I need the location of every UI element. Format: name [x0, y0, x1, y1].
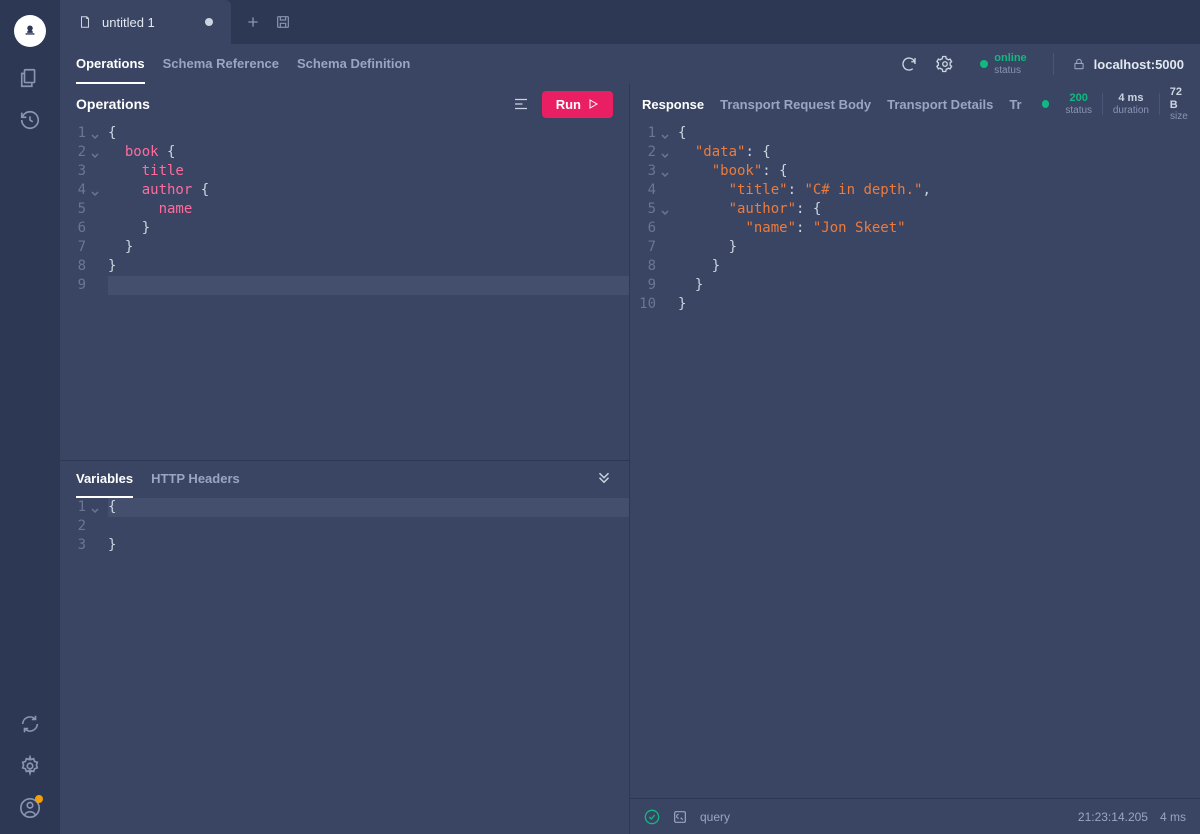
documents-icon[interactable]: [19, 67, 41, 89]
reload-schema-icon[interactable]: [900, 55, 918, 73]
query-label: query: [700, 810, 730, 824]
new-tab-icon[interactable]: [245, 14, 261, 30]
tab-title: untitled 1: [102, 15, 155, 30]
notification-dot: [35, 795, 43, 803]
operations-editor[interactable]: 123456789 { book { title author { name }…: [60, 124, 629, 460]
response-viewer[interactable]: 12345678910 { "data": { "book": { "title…: [630, 124, 1200, 798]
settings-gear-icon[interactable]: [936, 55, 954, 73]
format-icon[interactable]: [512, 95, 530, 113]
refresh-icon[interactable]: [19, 713, 41, 735]
variables-tab-http-headers[interactable]: HTTP Headers: [151, 461, 240, 498]
save-icon[interactable]: [275, 14, 291, 30]
variables-tabs: Variables HTTP Headers: [60, 460, 629, 498]
response-panel: Response Transport Request Body Transport …: [630, 84, 1200, 834]
app-logo: [14, 15, 46, 47]
status-sublabel: status: [994, 65, 1026, 76]
operations-title: Operations: [76, 96, 150, 112]
variables-tab-variables[interactable]: Variables: [76, 461, 133, 498]
workspace: Operations Run 123456789 { book { title …: [60, 84, 1200, 834]
endpoint-text: localhost:5000: [1094, 57, 1184, 72]
variables-editor[interactable]: 123 {}: [60, 498, 629, 834]
response-tabs: Response Transport Request Body Transport …: [630, 84, 1200, 124]
settings-icon[interactable]: [19, 755, 41, 777]
response-active-dot: [1042, 100, 1049, 108]
modified-dot: [205, 18, 213, 26]
connection-status: online status: [972, 52, 1034, 75]
toolbar-tabs: Operations Schema Reference Schema Definit…: [76, 45, 410, 84]
account-icon[interactable]: [19, 797, 41, 819]
response-duration: 4 ms: [1160, 810, 1186, 824]
check-icon: [644, 809, 660, 825]
response-tab-transport-request-body[interactable]: Transport Request Body: [720, 97, 871, 112]
endpoint-display[interactable]: localhost:5000: [1072, 57, 1184, 72]
duration-stat: 4 ms duration: [1113, 92, 1149, 115]
document-icon: [78, 15, 92, 29]
size-stat: 72 B size: [1170, 86, 1188, 121]
operations-panel: Operations Run 123456789 { book { title …: [60, 84, 630, 834]
run-button[interactable]: Run: [542, 91, 613, 118]
query-type-icon: [672, 809, 688, 825]
status-dot-icon: [980, 60, 988, 68]
response-tab-transport-details[interactable]: Transport Details: [887, 97, 993, 112]
response-timestamp: 21:23:14.205: [1078, 810, 1148, 824]
status-label: online: [994, 52, 1026, 64]
response-footer: query 21:23:14.205 4 ms: [630, 798, 1200, 834]
divider: [1053, 53, 1054, 75]
toolbar-tab-schema-definition[interactable]: Schema Definition: [297, 45, 410, 84]
play-icon: [587, 98, 599, 110]
toolbar-tab-schema-reference[interactable]: Schema Reference: [163, 45, 279, 84]
collapse-icon[interactable]: [595, 471, 613, 489]
toolbar-tab-operations[interactable]: Operations: [76, 45, 145, 84]
document-tab[interactable]: untitled 1: [60, 0, 231, 44]
response-tab-transp[interactable]: Transp: [1009, 97, 1022, 112]
history-icon[interactable]: [19, 109, 41, 131]
sidebar-rail: [0, 0, 60, 834]
response-tab-response[interactable]: Response: [642, 97, 704, 112]
main-area: untitled 1 Operations Schema Reference Sch…: [60, 0, 1200, 834]
run-label: Run: [556, 97, 581, 112]
status-code-stat: 200 status: [1065, 92, 1092, 115]
tabstrip: untitled 1: [60, 0, 1200, 44]
toolbar: Operations Schema Reference Schema Definit…: [60, 44, 1200, 84]
lock-icon: [1072, 57, 1086, 71]
